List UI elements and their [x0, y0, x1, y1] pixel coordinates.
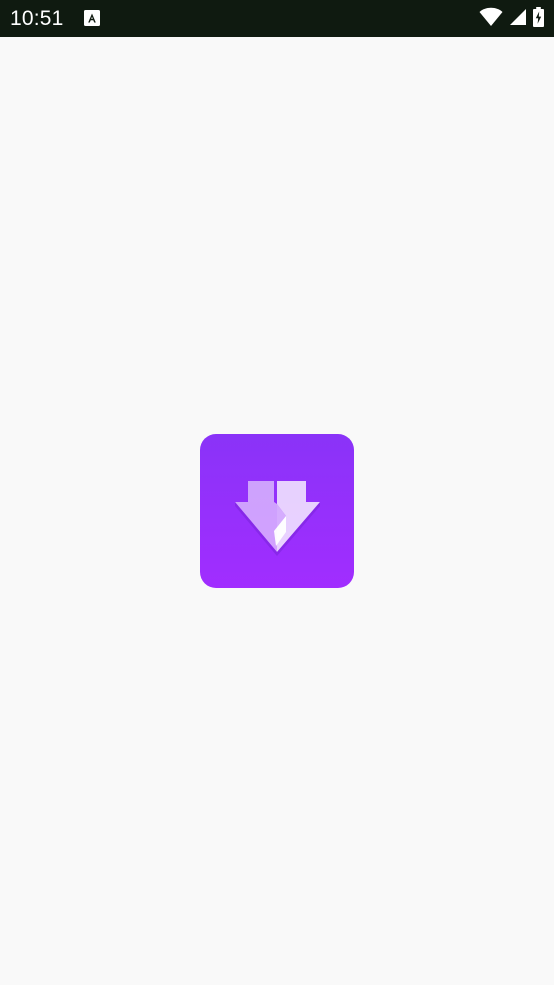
- status-time: 10:51: [10, 7, 64, 30]
- app-notification-icon: [84, 10, 100, 26]
- app-logo: [200, 434, 354, 588]
- wifi-icon: [479, 7, 503, 32]
- download-arrow-icon: [235, 481, 320, 556]
- status-bar: 10:51: [0, 0, 554, 37]
- status-icons: [479, 6, 544, 32]
- cell-signal-icon: [509, 8, 527, 31]
- battery-charging-icon: [533, 6, 544, 32]
